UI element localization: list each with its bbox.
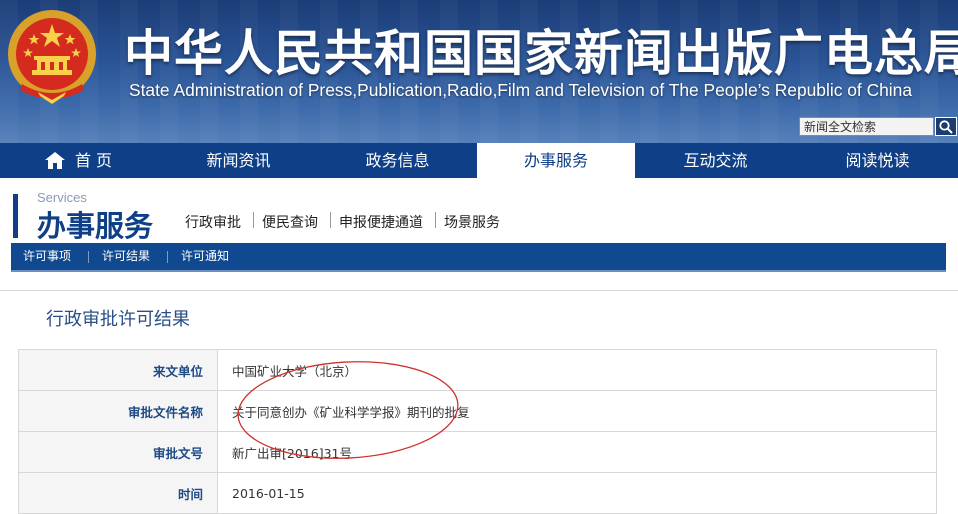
row-label: 来文单位 [18, 349, 218, 391]
row-value: 2016-01-15 [217, 472, 937, 514]
search-button[interactable] [935, 117, 957, 136]
row-label: 审批文号 [18, 431, 218, 473]
table-row: 时间 2016-01-15 [18, 472, 937, 514]
page-title: 行政审批许可结果 [46, 309, 190, 330]
search-input[interactable] [799, 117, 934, 136]
sublink-fast-channel[interactable]: 申报便捷通道 [339, 212, 423, 232]
nav-item-interaction[interactable]: 互动交流 [637, 143, 794, 178]
section-title: 办事服务 [37, 209, 154, 243]
site-title-english: State Administration of Press,Publicatio… [129, 80, 913, 100]
sublink-admin-approval[interactable]: 行政审批 [185, 212, 241, 232]
sub-nav: 许可事项 许可结果 许可通知 [11, 243, 946, 272]
row-label: 时间 [18, 472, 218, 514]
nav-item-label: 办事服务 [523, 151, 588, 170]
sublink-divider [330, 212, 331, 228]
nav-item-label: 阅读悦读 [845, 151, 910, 170]
nav-item-label: 首 页 [74, 151, 113, 170]
nav-item-label: 新闻资讯 [206, 151, 271, 170]
sublink-divider [435, 212, 436, 228]
national-emblem-icon [8, 10, 96, 104]
magnifier-icon [939, 120, 953, 134]
nav-item-services[interactable]: 办事服务 [477, 143, 635, 178]
nav-item-news[interactable]: 新闻资讯 [160, 143, 317, 178]
table-row: 来文单位 中国矿业大学（北京） [18, 349, 937, 391]
site-header: 中华人民共和国国家新闻出版广电总局 State Administration o… [0, 0, 958, 143]
row-value: 中国矿业大学（北京） [217, 349, 937, 391]
row-value: 新广出审[2016]31号 [217, 431, 937, 473]
nav-item-government-info[interactable]: 政务信息 [319, 143, 476, 178]
section-accent-bar [13, 194, 18, 238]
main-nav: 首 页 新闻资讯 政务信息 办事服务 互动交流 阅读悦读 [0, 143, 958, 178]
sublink-divider [253, 212, 254, 228]
approval-detail-table: 来文单位 中国矿业大学（北京） 审批文件名称 关于同意创办《矿业科学学报》期刊的… [18, 349, 937, 514]
subnav-license-results[interactable]: 许可结果 [102, 243, 150, 270]
subnav-divider [167, 251, 168, 263]
sublink-scene-service[interactable]: 场景服务 [444, 212, 500, 232]
table-row: 审批文号 新广出审[2016]31号 [18, 431, 937, 473]
subnav-divider [88, 251, 89, 263]
nav-item-label: 政务信息 [365, 151, 430, 170]
sublink-public-query[interactable]: 便民查询 [262, 212, 318, 232]
row-label: 审批文件名称 [18, 390, 218, 432]
site-title-chinese: 中华人民共和国国家新闻出版广电总局 [124, 25, 958, 82]
table-row: 审批文件名称 关于同意创办《矿业科学学报》期刊的批复 [18, 390, 937, 432]
subnav-license-notices[interactable]: 许可通知 [181, 243, 229, 270]
home-icon [44, 152, 65, 169]
nav-item-reading[interactable]: 阅读悦读 [797, 143, 958, 178]
nav-item-home[interactable]: 首 页 [0, 143, 157, 178]
subnav-license-items[interactable]: 许可事项 [23, 243, 71, 270]
row-value: 关于同意创办《矿业科学学报》期刊的批复 [217, 390, 937, 432]
nav-item-label: 互动交流 [683, 151, 748, 170]
